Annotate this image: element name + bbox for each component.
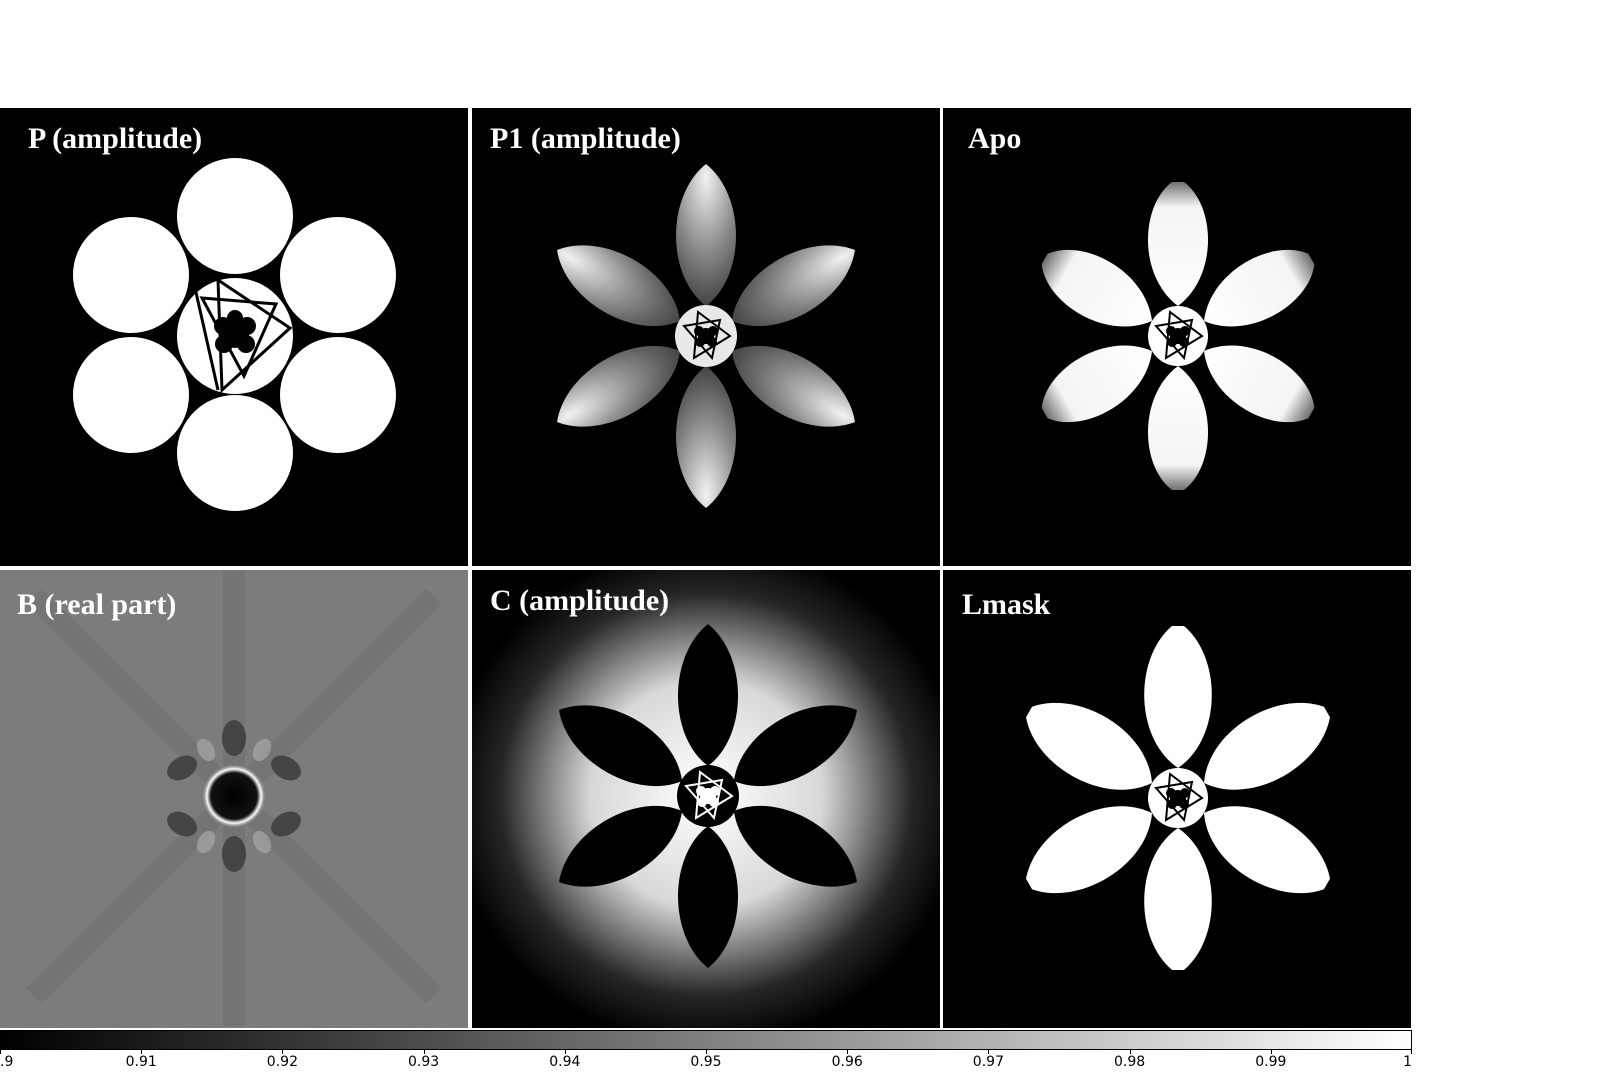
c-amplitude-image xyxy=(472,570,940,1028)
petal xyxy=(1144,828,1212,970)
petal xyxy=(676,164,736,306)
petal xyxy=(557,346,681,427)
panel-apo: Apo xyxy=(943,108,1411,566)
petal xyxy=(1147,182,1209,306)
p-segment-circle xyxy=(280,337,396,453)
b-speckle-pattern xyxy=(26,570,442,1026)
colorbar-gradient xyxy=(0,1030,1412,1050)
colorbar-tick-label: 0.92 xyxy=(266,1054,298,1070)
panel-title: Lmask xyxy=(962,588,1051,621)
panel-lmask: Lmask xyxy=(943,570,1411,1028)
apo-image xyxy=(1041,182,1315,490)
colorbar-tick-label: 0.93 xyxy=(408,1054,440,1070)
b-real-part-image xyxy=(26,570,442,1026)
panel-b-real-part: B (real part) xyxy=(0,570,468,1028)
petal xyxy=(1041,249,1153,327)
petal xyxy=(731,346,855,427)
petal xyxy=(676,366,736,508)
p-amplitude-image xyxy=(73,158,396,511)
panel-title: P (amplitude) xyxy=(28,122,203,155)
colorbar-tick-label: 0.97 xyxy=(972,1054,1004,1070)
colorbar-tick-label: 0.99 xyxy=(1255,1054,1287,1070)
panel-title: P1 (amplitude) xyxy=(490,122,681,155)
p-segment-circle xyxy=(73,337,189,453)
panel-title: Apo xyxy=(968,122,1022,155)
petal xyxy=(1203,345,1315,423)
panel-p1-amplitude: P1 (amplitude) xyxy=(472,108,940,566)
colorbar-tick-label: 0.98 xyxy=(1114,1054,1146,1070)
petal xyxy=(1147,366,1209,490)
panel-title: B (real part) xyxy=(17,588,177,621)
panel-c-amplitude: C (amplitude) xyxy=(472,570,940,1028)
petal xyxy=(1041,345,1153,423)
colorbar-tick-label: 1 xyxy=(1403,1054,1412,1070)
petal xyxy=(1203,249,1315,327)
lmask-image xyxy=(1026,626,1330,970)
apo-petals xyxy=(1041,182,1315,490)
p1-petals xyxy=(557,164,855,508)
colorbar-tick-label: 0.91 xyxy=(125,1054,157,1070)
p-segment-circle xyxy=(177,395,293,511)
petal xyxy=(557,245,681,326)
colorbar-tick-label: 0.96 xyxy=(831,1054,863,1070)
p-segment-circle xyxy=(177,158,293,274)
b-central-dark-spot xyxy=(202,764,266,828)
colorbar-tick-label: 0.95 xyxy=(690,1054,722,1070)
colorbar: .9 0.91 0.92 0.93 0.94 0.95 0.96 0.97 0.98 0.99 1 xyxy=(0,1030,1412,1090)
p-segment-circle xyxy=(280,217,396,333)
colorbar-tick-label: .9 xyxy=(0,1054,14,1070)
lmask-petals xyxy=(1026,626,1330,970)
colorbar-tick-label: 0.94 xyxy=(549,1054,581,1070)
p1-amplitude-image xyxy=(557,164,855,508)
petal xyxy=(1144,626,1212,768)
panel-p-amplitude: P (amplitude) xyxy=(0,108,468,566)
p-segment-circle xyxy=(73,217,189,333)
panel-title: C (amplitude) xyxy=(490,584,670,617)
petal xyxy=(731,245,855,326)
